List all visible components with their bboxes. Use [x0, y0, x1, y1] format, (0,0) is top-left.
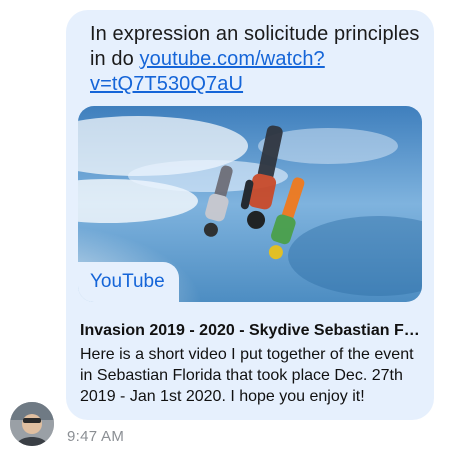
message-text: In expression an solicitude principles i… — [90, 22, 420, 97]
preview-description: Here is a short video I put together of … — [80, 346, 414, 405]
preview-title: Invasion 2019 - 2020 - Skydive Sebastian… — [80, 322, 420, 339]
message-timestamp: 9:47 AM — [67, 428, 125, 445]
avatar-photo-icon — [10, 402, 54, 446]
preview-source-label: YouTube — [78, 262, 179, 302]
message-bubble[interactable]: In expression an solicitude principles i… — [66, 10, 434, 420]
link-preview-card[interactable]: YouTube — [78, 106, 422, 302]
sender-avatar[interactable] — [10, 402, 54, 446]
